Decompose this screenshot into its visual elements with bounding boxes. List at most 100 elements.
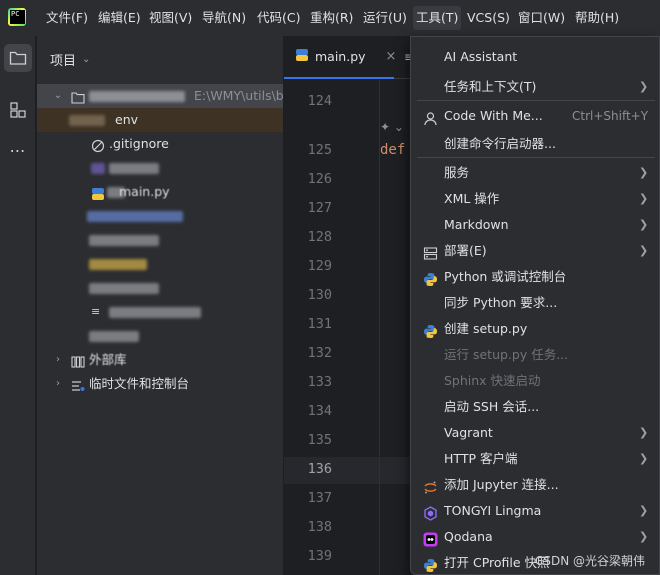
tools-menu-item[interactable]: Code With Me... Ctrl+Shift+Y	[411, 103, 659, 129]
tools-menu-item[interactable]: HTTP 客户端 ❯	[411, 446, 659, 472]
tree-row-gitignore[interactable]: .gitignore	[37, 132, 283, 156]
redacted-file-name	[109, 307, 201, 318]
tree-row-venv[interactable]: env	[37, 108, 283, 132]
main-menubar: 文件(F) 编辑(E) 视图(V) 导航(N) 代码(C) 重构(R) 运行(U…	[0, 0, 660, 36]
line-number: 132	[307, 345, 332, 361]
tools-menu-item-label: Qodana	[444, 529, 493, 544]
line-number: 131	[307, 316, 332, 332]
folder-icon	[71, 89, 85, 104]
submenu-arrow-icon: ❯	[639, 192, 649, 205]
tools-menu-item-label: Markdown	[444, 217, 509, 232]
tree-row-redacted-4[interactable]	[37, 252, 283, 276]
tree-row-redacted-1[interactable]	[37, 156, 283, 180]
tools-menu-item[interactable]: AI Assistant	[411, 44, 659, 70]
tools-menu-item-label: Python 或调试控制台	[444, 269, 567, 284]
line-number: 135	[307, 432, 332, 448]
close-icon[interactable]: ×	[386, 49, 397, 64]
menu-tools[interactable]: 工具(T)	[413, 6, 462, 30]
tools-menu-item[interactable]: Qodana ❯	[411, 524, 659, 550]
tools-menu-item[interactable]: XML 操作 ❯	[411, 186, 659, 212]
more-tools-icon[interactable]: ⋯	[4, 136, 32, 164]
menu-code[interactable]: 代码(C)	[257, 0, 300, 36]
chevron-down-icon[interactable]: ⌄	[53, 84, 63, 108]
tree-row-redacted-2[interactable]	[37, 204, 283, 228]
tree-row-external-libs[interactable]: › 外部库	[37, 348, 283, 372]
menu-view[interactable]: 视图(V)	[149, 0, 192, 36]
tools-menu-item-label: 部署(E)	[444, 243, 487, 258]
tools-menu-item[interactable]: Vagrant ❯	[411, 420, 659, 446]
project-root-path: E:\WMY\utils\b	[194, 88, 283, 103]
python-file-icon	[295, 48, 309, 65]
line-number: 130	[307, 287, 332, 303]
menu-help[interactable]: 帮助(H)	[575, 0, 619, 36]
project-folder-icon[interactable]	[4, 44, 32, 72]
tools-dropdown-menu: AI Assistant 任务和上下文(T) ❯ Code With Me... Ctr…	[410, 36, 660, 575]
menu-vcs[interactable]: VCS(S)	[467, 0, 510, 36]
structure-icon[interactable]	[4, 96, 32, 124]
lingma-icon	[423, 504, 438, 521]
pycharm-logo-icon[interactable]	[8, 8, 26, 26]
tools-menu-item-label: Sphinx 快速启动	[444, 373, 541, 388]
submenu-arrow-icon: ❯	[639, 426, 649, 439]
tree-row-main-py[interactable]: main.py	[37, 180, 283, 204]
main-py-label: main.py	[119, 184, 170, 199]
redacted-file-icon	[91, 163, 105, 174]
line-number: 134	[307, 403, 332, 419]
python-icon	[423, 270, 438, 286]
line-number: 136	[307, 461, 332, 477]
menu-navigate[interactable]: 导航(N)	[202, 0, 246, 36]
tools-menu-item[interactable]: 服务 ❯	[411, 160, 659, 186]
jupyter-icon	[423, 478, 438, 494]
menu-window[interactable]: 窗口(W)	[518, 0, 565, 36]
menu-edit[interactable]: 编辑(E)	[98, 0, 141, 36]
ai-inline-hint-icon[interactable]: ✦ ⌄	[380, 120, 404, 134]
tools-menu-item[interactable]: 添加 Jupyter 连接...	[411, 472, 659, 498]
chevron-down-icon: ⌄	[82, 54, 91, 65]
tools-menu-item[interactable]: 创建命令行启动器...	[411, 131, 659, 157]
tree-row-redacted-6[interactable]: ≡	[37, 300, 283, 324]
chevron-right-icon[interactable]: ›	[53, 372, 63, 396]
menu-separator	[417, 157, 655, 158]
menu-file[interactable]: 文件(F)	[46, 0, 88, 36]
shortcut-label: Ctrl+Shift+Y	[572, 109, 649, 123]
line-number: 137	[307, 490, 332, 506]
tools-menu-item-label: TONGYI Lingma	[444, 503, 542, 518]
tree-row-redacted-5[interactable]	[37, 276, 283, 300]
deployment-icon	[423, 244, 438, 260]
tools-menu-item[interactable]: 创建 setup.py	[411, 316, 659, 342]
tools-menu-item-label: AI Assistant	[444, 49, 518, 64]
tab-label: main.py	[315, 49, 366, 64]
tools-menu-item[interactable]: Markdown ❯	[411, 212, 659, 238]
line-number: 129	[307, 258, 332, 274]
project-panel-header[interactable]: 项目 ⌄	[50, 50, 90, 69]
project-panel: 项目 ⌄ ⌄ E:\WMY\utils\b env .gitignore mai…	[37, 36, 283, 575]
text-file-icon: ≡	[91, 305, 101, 318]
project-panel-title: 项目	[50, 54, 77, 69]
scratches-label: 临时文件和控制台	[89, 376, 190, 391]
tools-menu-item[interactable]: 启动 SSH 会话...	[411, 394, 659, 420]
tools-menu-item[interactable]: Python 或调试控制台	[411, 264, 659, 290]
line-number: 138	[307, 519, 332, 535]
menu-refactor[interactable]: 重构(R)	[310, 0, 353, 36]
tree-row-redacted-7[interactable]	[37, 324, 283, 348]
menu-run[interactable]: 运行(U)	[363, 0, 407, 36]
tools-menu-item-label: 同步 Python 要求...	[444, 295, 558, 310]
redacted-file-name	[109, 163, 159, 174]
submenu-arrow-icon: ❯	[639, 218, 649, 231]
tools-menu-item-label: Code With Me...	[444, 108, 543, 123]
tree-row-scratches[interactable]: › 临时文件和控制台	[37, 372, 283, 396]
tools-menu-item-label: 启动 SSH 会话...	[444, 399, 540, 414]
line-number: 139	[307, 548, 332, 564]
tools-menu-item[interactable]: 部署(E) ❯	[411, 238, 659, 264]
tools-menu-item[interactable]: 同步 Python 要求...	[411, 290, 659, 316]
tools-menu-item[interactable]: TONGYI Lingma ❯	[411, 498, 659, 524]
line-number: 128	[307, 229, 332, 245]
chevron-right-icon[interactable]: ›	[53, 348, 63, 372]
tree-row-redacted-3[interactable]	[37, 228, 283, 252]
ignore-file-icon	[91, 137, 105, 153]
tree-row-project-root[interactable]: ⌄ E:\WMY\utils\b	[37, 84, 283, 108]
library-icon	[71, 353, 85, 368]
tools-menu-item[interactable]: 任务和上下文(T) ❯	[411, 74, 659, 100]
tab-main-py[interactable]: main.py ×	[284, 36, 397, 79]
code-keyword-def: def	[380, 142, 406, 158]
